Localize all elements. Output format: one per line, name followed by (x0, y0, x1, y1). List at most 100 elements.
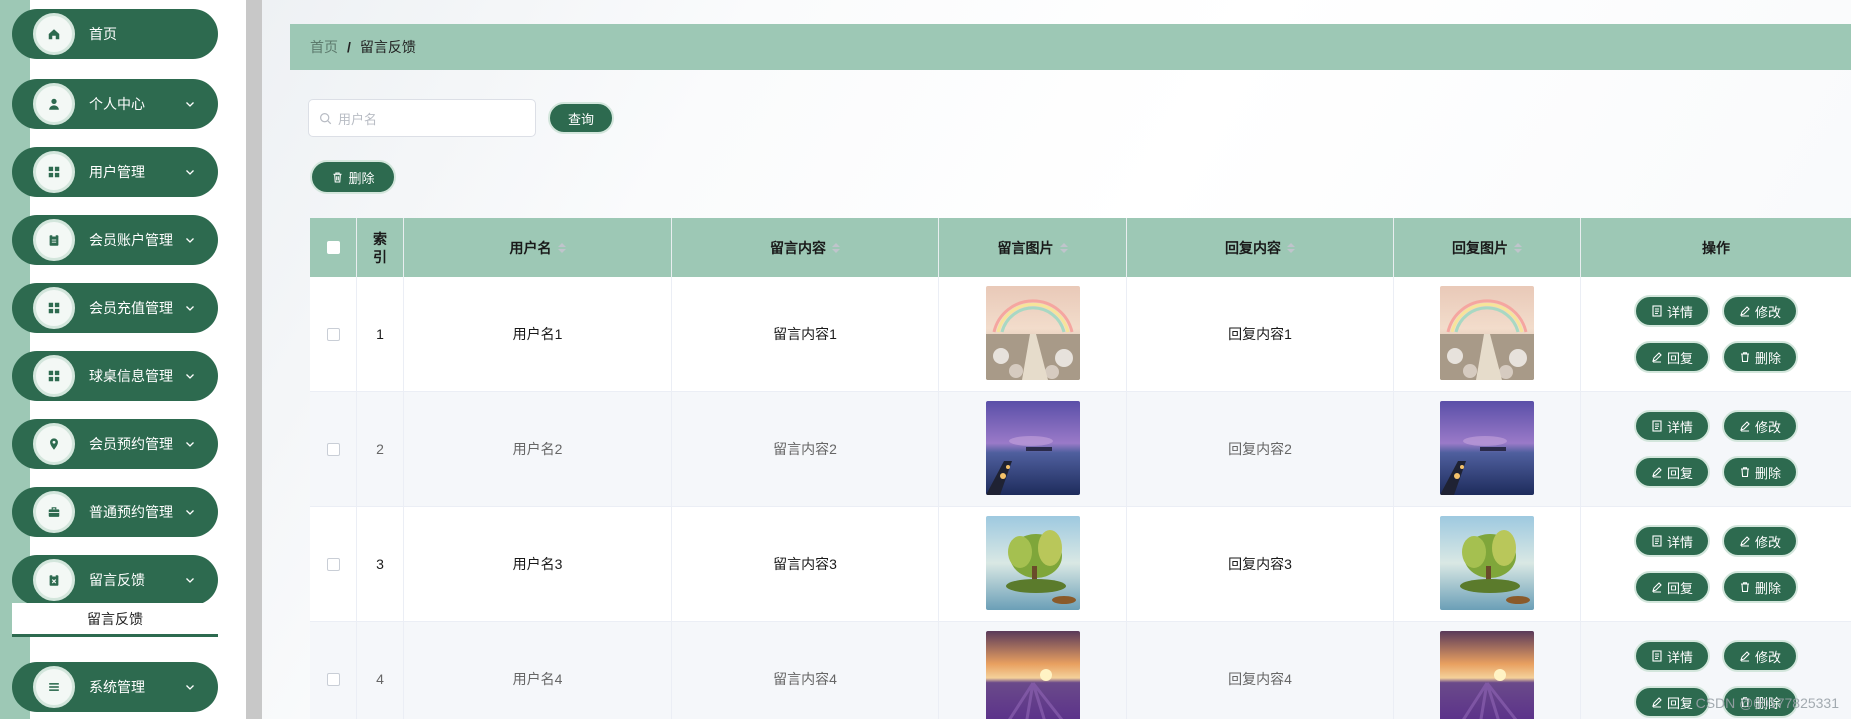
actions-cell: 详情 修改 回复 删除 (1581, 392, 1851, 506)
chevron-down-icon (186, 578, 194, 583)
document-icon (1652, 650, 1662, 662)
sort-icon[interactable] (1287, 242, 1295, 253)
sort-icon[interactable] (557, 242, 566, 253)
sidebar-item-label: 会员账户管理 (89, 232, 173, 248)
header-actions: 操作 (1581, 218, 1851, 277)
reply-image-cell (1394, 622, 1581, 719)
sidebar-item-5[interactable]: 球桌信息管理 (12, 351, 218, 401)
delete-button[interactable]: 删除 (1722, 571, 1798, 603)
sidebar-item-label: 系统管理 (89, 679, 145, 695)
grid-icon (33, 355, 75, 397)
detail-button[interactable]: 详情 (1634, 410, 1710, 442)
trash-icon (1740, 467, 1749, 478)
detail-label: 详情 (1666, 304, 1693, 320)
message-image[interactable] (985, 400, 1080, 498)
edit-icon (1740, 421, 1750, 432)
submenu-item-feedback[interactable]: 留言反馈 (12, 603, 218, 637)
sidebar-item-7[interactable]: 普通预约管理 (12, 487, 218, 537)
image-cell (939, 392, 1127, 506)
sidebar-item-4[interactable]: 会员充值管理 (12, 283, 218, 333)
edit-button[interactable]: 修改 (1722, 295, 1798, 327)
main-content: 首页 / 留言反馈 用户名 查询 删除 索引 用户名 留言内容 留言图片 回复内… (262, 0, 1851, 719)
header-reply-image[interactable]: 回复图片 (1394, 218, 1581, 277)
row-checkbox[interactable] (326, 442, 340, 456)
table-row: 4 用户名4 留言内容4 回复内容4 详情 修改 回复 删除 (310, 622, 1851, 719)
reply-image[interactable] (1440, 515, 1534, 613)
reply-image-cell (1394, 277, 1581, 391)
reply-button[interactable]: 回复 (1634, 571, 1710, 603)
chevron-down-icon (186, 238, 194, 243)
search-input[interactable]: 用户名 (308, 99, 536, 137)
message-image[interactable] (985, 285, 1080, 383)
actions-cell: 详情 修改回复 删除 (1581, 507, 1851, 621)
header-username[interactable]: 用户名 (404, 218, 672, 277)
header-image-label: 留言图片 (997, 239, 1054, 256)
reply-button[interactable]: 回复 (1634, 341, 1710, 373)
reply-image[interactable] (1440, 400, 1534, 498)
index-cell: 4 (357, 622, 404, 719)
detail-label: 详情 (1666, 534, 1693, 550)
reply-button[interactable]: 回复 (1634, 456, 1710, 488)
sidebar-item-1[interactable]: 个人中心 (12, 79, 218, 129)
detail-button[interactable]: 详情 (1634, 295, 1710, 327)
index-cell: 2 (357, 392, 404, 506)
sidebar-item-label: 个人中心 (89, 96, 145, 112)
sidebar-item-8[interactable]: 留言反馈 (12, 555, 218, 605)
delete-button[interactable]: 删除 (1722, 341, 1798, 373)
table-row: 1 用户名1 留言内容1 回复内容1 详情 修改 回复 删除 (310, 277, 1851, 392)
table-row: 3 用户名3 留言内容3 回复内容3 详情 修改 回复 删除 (310, 507, 1851, 622)
edit-button[interactable]: 修改 (1722, 640, 1798, 672)
sort-icon[interactable] (1059, 242, 1068, 253)
edit-label: 修改 (1754, 534, 1781, 550)
index-cell: 3 (357, 507, 404, 621)
query-button[interactable]: 查询 (548, 102, 614, 134)
row-checkbox[interactable] (326, 672, 340, 686)
sort-icon[interactable] (832, 242, 840, 253)
message-image[interactable] (985, 515, 1080, 613)
sidebar-scrollbar[interactable] (246, 0, 262, 719)
document-icon (1652, 535, 1662, 547)
reply-image[interactable] (1440, 630, 1534, 719)
sidebar-item-0[interactable]: 首页 (12, 9, 218, 59)
sort-icon[interactable] (1514, 242, 1522, 253)
list-icon (33, 666, 75, 708)
sidebar-item-6[interactable]: 会员预约管理 (12, 419, 218, 469)
chevron-down-icon (186, 442, 194, 447)
row-checkbox[interactable] (326, 327, 340, 341)
username-cell: 用户名3 (404, 507, 672, 621)
chevron-down-icon (186, 102, 194, 107)
content-cell: 留言内容4 (672, 622, 939, 719)
content-cell: 留言内容1 (672, 277, 939, 391)
sidebar-item-2[interactable]: 用户管理 (12, 147, 218, 197)
reply-cell: 回复内容1 (1127, 277, 1394, 391)
header-reply-image-label: 回复图片 (1452, 239, 1508, 256)
breadcrumb-current: 留言反馈 (359, 39, 416, 55)
header-content-label: 留言内容 (770, 239, 826, 256)
sidebar-item-label: 用户管理 (89, 164, 145, 180)
header-content[interactable]: 留言内容 (672, 218, 939, 277)
breadcrumb-separator: / (347, 39, 351, 55)
sidebar-item-9[interactable]: 系统管理 (12, 662, 218, 712)
sidebar-item-label: 会员预约管理 (89, 436, 173, 452)
row-checkbox[interactable] (326, 557, 340, 571)
reply-image-cell (1394, 507, 1581, 621)
chevron-down-icon (186, 685, 194, 690)
header-image[interactable]: 留言图片 (939, 218, 1127, 277)
batch-delete-button[interactable]: 删除 (310, 160, 396, 194)
message-image[interactable] (985, 630, 1080, 719)
select-cell (310, 392, 357, 506)
sidebar-item-label: 会员充值管理 (89, 300, 173, 316)
reply-image[interactable] (1440, 285, 1534, 383)
grid-icon (33, 287, 75, 329)
delete-button[interactable]: 删除 (1722, 456, 1798, 488)
detail-button[interactable]: 详情 (1634, 640, 1710, 672)
breadcrumb-home[interactable]: 首页 (310, 37, 338, 57)
select-all-checkbox[interactable] (326, 241, 340, 254)
detail-button[interactable]: 详情 (1634, 525, 1710, 557)
edit-button[interactable]: 修改 (1722, 410, 1798, 442)
sidebar-item-3[interactable]: 会员账户管理 (12, 215, 218, 265)
document-icon (1652, 305, 1662, 317)
header-reply[interactable]: 回复内容 (1127, 218, 1394, 277)
edit-button[interactable]: 修改 (1722, 525, 1798, 557)
watermark: CSDN @00177825331 (1695, 695, 1839, 711)
